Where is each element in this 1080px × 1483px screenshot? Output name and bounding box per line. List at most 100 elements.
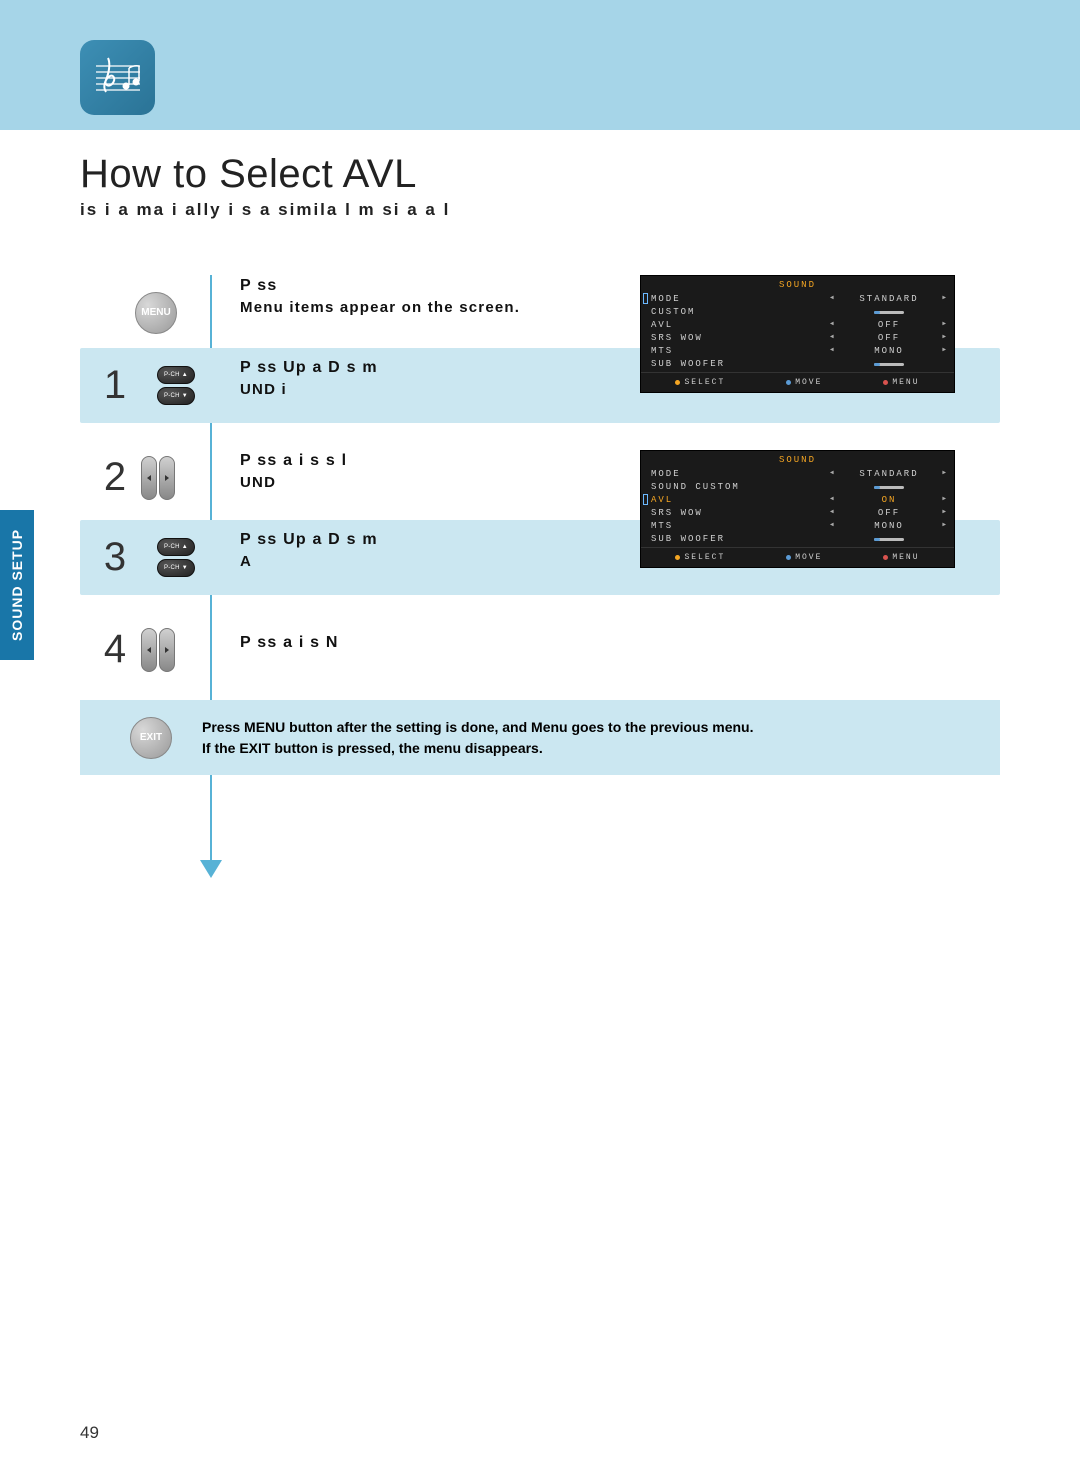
- step3-row: 3 P-CH ▲ P-CH ▼: [80, 520, 211, 595]
- osd-row-value: OFF: [834, 508, 944, 518]
- footer-line1: Press MENU button after the setting is d…: [202, 717, 754, 738]
- osd-row-label: SOUND CUSTOM: [651, 482, 834, 492]
- osd-row-label: AVL: [651, 320, 834, 330]
- step2-text: P ss a i s s l UND: [240, 450, 347, 493]
- step0-line2: Menu items appear on the screen.: [240, 297, 520, 318]
- osd-row: SOUND CUSTOM: [641, 480, 954, 493]
- osd-row: SRS WOWOFF: [641, 506, 954, 519]
- osd-row-label: SRS WOW: [651, 508, 834, 518]
- step1-line2: UND i: [240, 379, 378, 400]
- osd-row-value: MONO: [834, 346, 944, 356]
- left-arrow-button-icon: [141, 628, 157, 672]
- osd-row: AVLOFF: [641, 318, 954, 331]
- osd-row-value: ON: [834, 495, 944, 505]
- step3-number: 3: [95, 535, 135, 580]
- osd-row-value: STANDARD: [834, 469, 944, 479]
- step2-line2: UND: [240, 472, 347, 493]
- step3-text: P ss Up a D s m A: [240, 529, 378, 572]
- step1-row: 1 P-CH ▲ P-CH ▼: [80, 348, 211, 423]
- osd-row-label: MTS: [651, 521, 834, 531]
- pch-down-button-icon: P-CH ▼: [157, 559, 195, 577]
- osd-row: SUB WOOFER: [641, 357, 954, 370]
- step4-number: 4: [95, 627, 135, 672]
- osd-cursor-icon: [643, 293, 648, 304]
- page-title: How to Select AVL: [80, 152, 417, 197]
- osd-slider-icon: [874, 538, 904, 541]
- osd-sound-menu-2: SOUND MODESTANDARDSOUND CUSTOMAVLONSRS W…: [640, 450, 955, 568]
- page-subtitle: is i a ma i ally i s a simila l m si a a…: [80, 200, 450, 220]
- page-number: 49: [80, 1423, 99, 1443]
- osd-row: SRS WOWOFF: [641, 331, 954, 344]
- osd-row-value: [834, 536, 944, 541]
- osd-row-value: STANDARD: [834, 294, 944, 304]
- osd-row-label: SRS WOW: [651, 333, 834, 343]
- osd-row-value: [834, 484, 944, 489]
- step4-line1: P ss a i s N: [240, 634, 339, 651]
- menu-button-icon: MENU: [135, 292, 177, 334]
- step3-line1: P ss Up a D s m: [240, 531, 378, 548]
- step2-row: 2: [80, 440, 211, 515]
- section-tab: SOUND SETUP: [0, 510, 34, 660]
- step1-icons: P-CH ▲ P-CH ▼: [141, 366, 211, 405]
- right-arrow-button-icon: [159, 628, 175, 672]
- osd-slider-icon: [874, 311, 904, 314]
- step4-row: 4: [80, 612, 211, 687]
- osd-row: MTSMONO: [641, 344, 954, 357]
- osd-row: SUB WOOFER: [641, 532, 954, 545]
- step4-icons: [141, 628, 211, 672]
- step1-text: P ss Up a D s m UND i: [240, 357, 378, 400]
- osd2-body: MODESTANDARDSOUND CUSTOMAVLONSRS WOWOFFM…: [641, 467, 954, 545]
- left-arrow-button-icon: [141, 456, 157, 500]
- pch-up-button-icon: P-CH ▲: [157, 538, 195, 556]
- osd-cursor-icon: [643, 494, 648, 505]
- osd-row-label: SUB WOOFER: [651, 359, 834, 369]
- header-band: [0, 0, 1080, 130]
- osd2-foot-move: MOVE: [795, 553, 822, 562]
- osd-row: MODESTANDARD: [641, 292, 954, 305]
- osd-row-value: OFF: [834, 333, 944, 343]
- right-arrow-button-icon: [159, 456, 175, 500]
- osd1-title: SOUND: [641, 276, 954, 292]
- footer-band: EXIT Press MENU button after the setting…: [80, 700, 1000, 775]
- footer-line2: If the EXIT button is pressed, the menu …: [202, 738, 754, 759]
- osd-row-label: MODE: [651, 294, 834, 304]
- osd1-foot-menu: MENU: [892, 378, 919, 387]
- step1-number: 1: [95, 363, 135, 408]
- osd2-foot-menu: MENU: [892, 553, 919, 562]
- osd-slider-icon: [874, 363, 904, 366]
- step2-icons: [141, 456, 211, 500]
- osd1-footer: SELECT MOVE MENU: [641, 372, 954, 392]
- flow-arrow-icon: [200, 860, 222, 878]
- step2-number: 2: [95, 455, 135, 500]
- osd-slider-icon: [874, 486, 904, 489]
- osd1-body: MODESTANDARDCUSTOMAVLOFFSRS WOWOFFMTSMON…: [641, 292, 954, 370]
- pch-up-button-icon: P-CH ▲: [157, 366, 195, 384]
- footer-text: Press MENU button after the setting is d…: [202, 717, 754, 759]
- osd-row-label: CUSTOM: [651, 307, 834, 317]
- step-menu-text: P ss Menu items appear on the screen.: [240, 275, 520, 318]
- osd2-footer: SELECT MOVE MENU: [641, 547, 954, 567]
- osd-row: MTSMONO: [641, 519, 954, 532]
- osd-row-value: [834, 309, 944, 314]
- osd-row-label: AVL: [651, 495, 834, 505]
- osd-row: AVLON: [641, 493, 954, 506]
- step3-line2: A: [240, 551, 378, 572]
- step-menu-row: MENU: [80, 275, 177, 350]
- osd-row: CUSTOM: [641, 305, 954, 318]
- osd-row: MODESTANDARD: [641, 467, 954, 480]
- osd-row-value: OFF: [834, 320, 944, 330]
- step1-line1: P ss Up a D s m: [240, 359, 378, 376]
- osd2-title: SOUND: [641, 451, 954, 467]
- osd-row-label: MODE: [651, 469, 834, 479]
- exit-button-icon: EXIT: [130, 717, 172, 759]
- osd-sound-menu-1: SOUND MODESTANDARDCUSTOMAVLOFFSRS WOWOFF…: [640, 275, 955, 393]
- osd-row-value: MONO: [834, 521, 944, 531]
- osd-row-label: MTS: [651, 346, 834, 356]
- osd-row-value: [834, 361, 944, 366]
- step4-text: P ss a i s N: [240, 632, 339, 654]
- pch-down-button-icon: P-CH ▼: [157, 387, 195, 405]
- osd2-foot-select: SELECT: [684, 553, 725, 562]
- step2-line1: P ss a i s s l: [240, 452, 347, 469]
- osd-row-label: SUB WOOFER: [651, 534, 834, 544]
- step0-line1: P ss: [240, 277, 277, 294]
